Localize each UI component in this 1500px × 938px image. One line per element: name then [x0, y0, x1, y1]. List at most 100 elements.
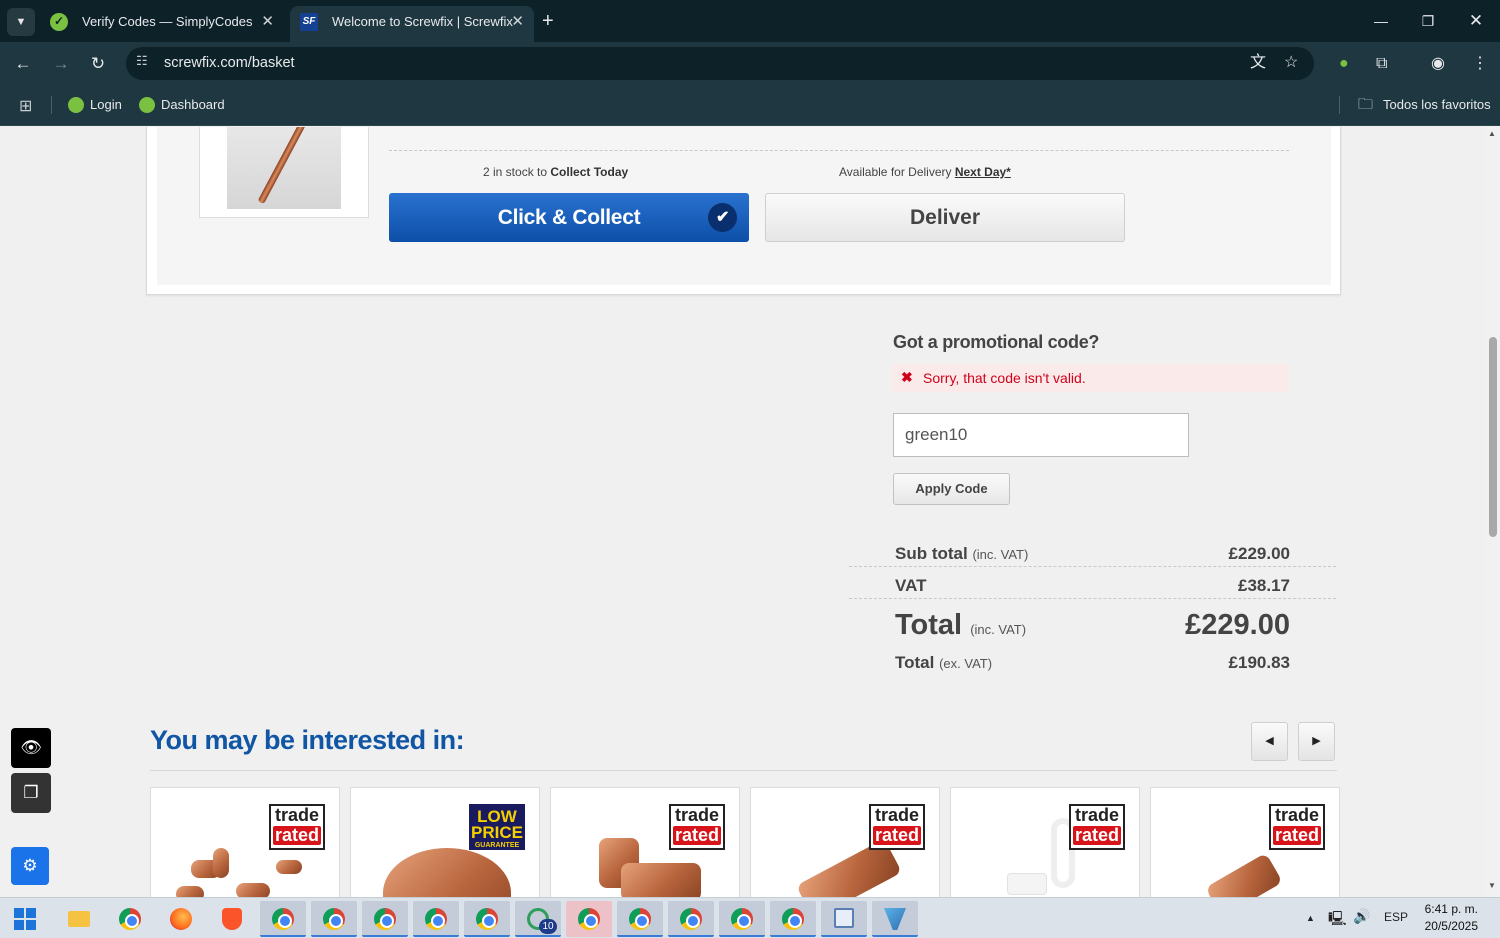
close-tab-icon[interactable]: ✕: [261, 6, 274, 38]
chrome-window-active-icon[interactable]: [566, 901, 612, 937]
brave-icon[interactable]: [209, 901, 255, 937]
total-label: Total (inc. VAT): [895, 609, 1026, 642]
back-arrow-icon[interactable]: ←: [9, 50, 37, 78]
tab-title: Verify Codes — SimplyCodes: [82, 14, 253, 29]
total-ex-value: £190.83: [1228, 653, 1290, 672]
chrome-window-icon[interactable]: [464, 901, 510, 937]
copper-pipe-image: [227, 127, 341, 209]
translate-icon[interactable]: 文: [1250, 52, 1266, 74]
file-explorer-icon[interactable]: [56, 901, 102, 937]
product-thumbnail[interactable]: [199, 127, 369, 218]
subtotal-label-text: Sub total: [895, 544, 968, 563]
vpn-app-icon[interactable]: [872, 901, 918, 937]
badge-rated-text: rated: [1073, 825, 1121, 845]
collect-stock-text: 2 in stock to Collect Today: [483, 165, 628, 179]
minimize-icon[interactable]: —: [1366, 8, 1396, 34]
recommended-product-card[interactable]: trade rated: [950, 787, 1140, 897]
carousel-prev-icon[interactable]: ◀: [1251, 722, 1288, 761]
divider: [389, 150, 1289, 151]
recommended-product-card[interactable]: trade rated: [1150, 787, 1340, 897]
deliver-button[interactable]: Deliver: [765, 193, 1125, 242]
site-info-icon[interactable]: ☷: [136, 53, 148, 69]
recommended-product-card[interactable]: trade rated: [750, 787, 940, 897]
forward-arrow-icon[interactable]: →: [47, 50, 75, 78]
next-day-link[interactable]: Next Day*: [955, 165, 1011, 179]
remote-app-icon[interactable]: [821, 901, 867, 937]
trade-rated-badge: trade rated: [1069, 804, 1125, 850]
basket-item-card: 2 in stock to Collect Today Available fo…: [146, 127, 1341, 295]
recommended-product-card[interactable]: trade rated: [550, 787, 740, 897]
firefox-icon[interactable]: [158, 901, 204, 937]
basket-item-inner: 2 in stock to Collect Today Available fo…: [157, 127, 1331, 285]
folder-icon: [68, 911, 90, 927]
restore-icon[interactable]: ❐: [1413, 8, 1443, 34]
shield-icon: [884, 908, 906, 930]
tab-search-chevron-icon[interactable]: ▼: [7, 8, 35, 36]
new-tab-plus-icon[interactable]: +: [542, 10, 554, 32]
volume-icon[interactable]: 🔊: [1353, 908, 1370, 925]
chrome-icon: [782, 908, 804, 930]
accessibility-eye-icon[interactable]: 👁: [11, 728, 51, 768]
collect-today-label: Collect Today: [550, 165, 629, 179]
chrome-window-icon[interactable]: [362, 901, 408, 937]
network-icon[interactable]: 🖳: [1328, 908, 1347, 932]
click-and-collect-button[interactable]: Click & Collect ✔: [389, 193, 749, 242]
scrollbar-thumb[interactable]: [1489, 337, 1497, 537]
profile-avatar-icon[interactable]: ◉: [1431, 55, 1445, 73]
reload-icon[interactable]: ↻: [84, 50, 112, 78]
chrome-icon: [374, 908, 396, 930]
scroll-up-icon[interactable]: ▲: [1488, 129, 1496, 138]
more-menu-icon[interactable]: ⋮: [1472, 55, 1488, 73]
all-bookmarks-folder[interactable]: 🗀 Todos los favoritos: [1358, 96, 1491, 114]
brave-logo: [222, 908, 242, 930]
scroll-down-icon[interactable]: ▼: [1488, 881, 1496, 890]
recommended-product-card[interactable]: trade rated: [150, 787, 340, 897]
badge-guarantee-text: GUARANTEE: [474, 842, 520, 849]
bookmark-divider: [51, 96, 52, 114]
chrome-window-icon[interactable]: [617, 901, 663, 937]
language-indicator[interactable]: ESP: [1384, 910, 1408, 924]
bookmark-dashboard[interactable]: Dashboard: [139, 96, 225, 114]
bookmark-login[interactable]: Login: [68, 96, 122, 114]
promo-code-input[interactable]: [893, 413, 1189, 457]
bookmark-divider: [1339, 96, 1340, 114]
tray-chevron-up-icon[interactable]: ▲: [1306, 913, 1315, 923]
chrome-window-icon[interactable]: [770, 901, 816, 937]
page-scrollbar[interactable]: ▲ ▼: [1486, 127, 1500, 897]
apps-grid-icon[interactable]: ⊞: [19, 96, 32, 116]
extension-simplycodes-icon[interactable]: ●: [1339, 55, 1349, 73]
badge-trade-text: trade: [874, 805, 919, 825]
chrome-window-icon[interactable]: [719, 901, 765, 937]
bookmark-star-icon[interactable]: ☆: [1284, 52, 1298, 74]
tab-simplycodes[interactable]: Verify Codes — SimplyCodes ✕: [40, 6, 284, 42]
copper-tee-fitting-image: [213, 848, 229, 878]
order-totals: Sub total (inc. VAT) £229.00 VAT £38.17 …: [849, 535, 1336, 685]
chrome-icon: [119, 908, 141, 930]
deliver-label: Deliver: [909, 206, 981, 229]
chrome-window-icon[interactable]: [668, 901, 714, 937]
close-tab-icon[interactable]: ✕: [511, 6, 524, 38]
address-bar[interactable]: ☷ screwfix.com/basket 文 ☆: [126, 47, 1314, 80]
system-clock[interactable]: 6:41 p. m. 20/5/2025: [1418, 901, 1478, 935]
chrome-window-icon[interactable]: [260, 901, 306, 937]
url-text[interactable]: screwfix.com/basket: [164, 47, 295, 80]
browser-toolbar: ← → ↻ ☷ screwfix.com/basket 文 ☆ ● ⧉ ◉ ⋮: [0, 42, 1500, 84]
tab-screwfix[interactable]: SF Welcome to Screwfix | Screwfix ✕: [290, 6, 534, 42]
extensions-puzzle-icon[interactable]: ⧉: [1376, 55, 1387, 73]
windows-start-icon[interactable]: [14, 908, 36, 930]
chrome-icon: [476, 908, 498, 930]
subtotal-row: Sub total (inc. VAT) £229.00: [849, 535, 1336, 567]
close-window-icon[interactable]: ✕: [1461, 8, 1491, 34]
chrome-window-icon[interactable]: [413, 901, 459, 937]
simplycodes-icon: [139, 97, 155, 113]
chrome-profile-icon[interactable]: [107, 901, 153, 937]
carousel-next-icon[interactable]: ▶: [1298, 722, 1335, 761]
badge-price-text: PRICE: [471, 823, 523, 842]
apply-code-button[interactable]: Apply Code: [893, 473, 1010, 505]
chrome-window-icon[interactable]: [311, 901, 357, 937]
recommended-product-card[interactable]: LOW PRICE GUARANTEE: [350, 787, 540, 897]
settings-gear-icon[interactable]: ⚙: [11, 847, 49, 885]
badge-trade-text: trade: [1074, 805, 1119, 825]
app-with-badge-icon[interactable]: 10: [515, 901, 561, 937]
copy-pages-icon[interactable]: ❐: [11, 773, 51, 813]
